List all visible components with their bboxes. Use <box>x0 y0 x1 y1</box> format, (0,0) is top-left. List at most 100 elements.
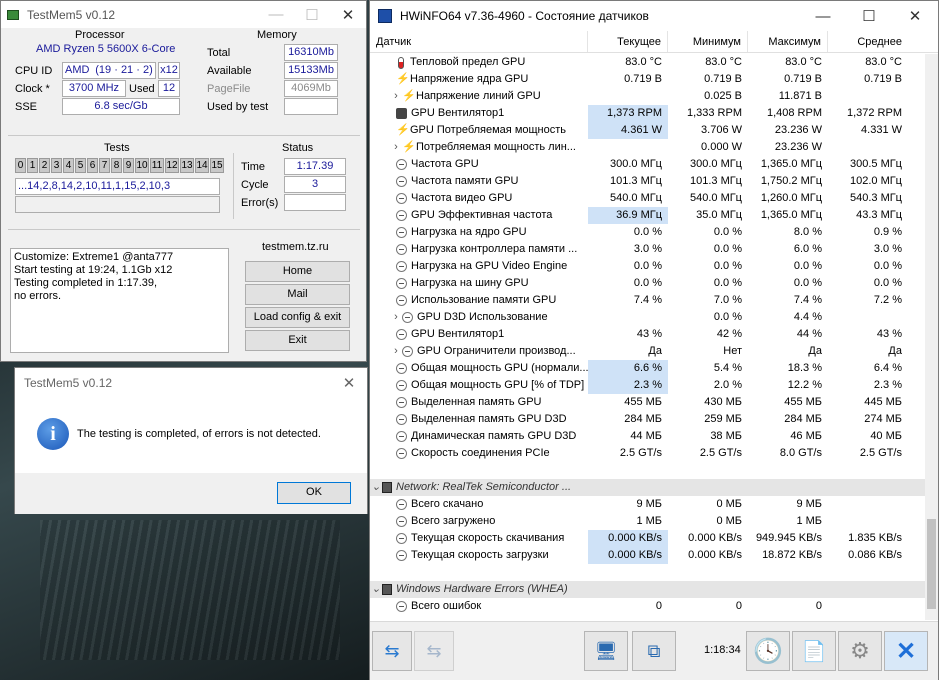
sensor-row[interactable]: Нагрузка на GPU Video Engine 0.0 % 0.0 % 0.… <box>370 258 938 275</box>
value-avg <box>828 309 908 326</box>
value-current: 6.6 % <box>588 360 668 377</box>
maximize-icon[interactable]: ☐ <box>846 7 892 25</box>
sensor-row[interactable]: Всего ошибок 0 0 0 <box>370 598 938 615</box>
close-button[interactable]: ✕ <box>884 631 928 671</box>
sse-value: 6.8 sec/Gb <box>62 98 180 115</box>
value-max: 23.236 W <box>774 141 822 153</box>
gauge-icon <box>396 261 407 272</box>
network-button[interactable]: 🖥 <box>584 631 628 671</box>
sensor-row[interactable]: ⚡ Напряжение ядра GPU 0.719 В 0.719 В 0.719 … <box>370 71 938 88</box>
sensor-row[interactable]: GPU Вентилятор1 1,373 RPM 1,333 RPM 1,408 R… <box>370 105 938 122</box>
close-icon[interactable]: ✕ <box>892 7 938 25</box>
nav-arrows-disabled-button[interactable]: ⇆ <box>414 631 454 671</box>
sensor-row[interactable]: › ⚡ Потребляемая мощность лин... 0.000 W 23.… <box>370 139 938 156</box>
close-icon[interactable]: ✕ <box>330 6 366 24</box>
value-min: 0.000 W <box>701 141 742 153</box>
sensor-row[interactable]: ⚡ GPU Потребляемая мощность 4.361 W 3.706 W… <box>370 122 938 139</box>
minimize-icon[interactable]: — <box>258 6 294 23</box>
sensor-row[interactable]: Выделенная память GPU D3D 284 МБ 259 МБ 284… <box>370 411 938 428</box>
gauge-icon <box>396 448 407 459</box>
sensor-row[interactable]: Частота памяти GPU 101.3 МГц 101.3 МГц 1,75… <box>370 173 938 190</box>
value-max: 9 МБ <box>796 498 822 510</box>
sensor-row[interactable]: Всего скачано 9 МБ 0 МБ 9 МБ <box>370 496 938 513</box>
sensor-row[interactable]: Выделенная память GPU 455 МБ 430 МБ 455 МБ 4… <box>370 394 938 411</box>
sensor-row[interactable]: GPU Вентилятор1 43 % 42 % 44 % 43 % <box>370 326 938 343</box>
sensor-row[interactable]: Скорость соединения PCIe 2.5 GT/s 2.5 GT/s… <box>370 445 938 462</box>
collapse-icon[interactable]: ⌄ <box>370 581 382 598</box>
collapse-icon[interactable]: ⌄ <box>370 479 382 496</box>
nav-arrows-button[interactable]: ⇆ <box>372 631 412 671</box>
value-avg: 274 МБ <box>864 413 902 425</box>
cpu-name: AMD Ryzen 5 5600X 6-Core <box>36 43 176 55</box>
sensor-row[interactable]: Общая мощность GPU [% of TDP] 2.3 % 2.0 % 1… <box>370 377 938 394</box>
value-avg: 83.0 °C <box>865 56 902 68</box>
sensor-row[interactable]: › GPU D3D Использование 0.0 % 4.4 % <box>370 309 938 326</box>
sensor-row[interactable]: Текущая скорость скачивания 0.000 KB/s 0.0… <box>370 530 938 547</box>
time-label: Time <box>241 161 266 173</box>
maximize-icon[interactable]: ☐ <box>294 6 330 24</box>
value-avg: 0.086 KB/s <box>848 549 902 561</box>
value-current: 2.5 GT/s <box>619 447 662 459</box>
sensor-label: GPU Вентилятор1 <box>411 328 505 340</box>
logging-button[interactable]: 📄 <box>792 631 836 671</box>
column-header-current[interactable]: Текущее <box>588 31 668 52</box>
gauge-icon <box>396 278 407 289</box>
sensor-group-row[interactable]: ⌄ Network: RealTek Semiconductor ... <box>370 479 938 496</box>
close-x-icon: ✕ <box>895 637 917 665</box>
network-icon: ⧉ <box>647 640 661 661</box>
expand-icon[interactable]: › <box>390 309 402 326</box>
clock-value: 3700 MHz <box>62 80 126 97</box>
sensor-row[interactable]: Динамическая память GPU D3D 44 МБ 38 МБ 46 … <box>370 428 938 445</box>
load-config-button[interactable]: Load config & exit <box>245 307 350 328</box>
mail-button[interactable]: Mail <box>245 284 350 305</box>
sensor-row[interactable]: Общая мощность GPU (нормали... 6.6 % 5.4 %… <box>370 360 938 377</box>
divider <box>8 229 360 230</box>
exit-button[interactable]: Exit <box>245 330 350 351</box>
reset-timer-button[interactable]: 🕓 <box>746 631 790 671</box>
value-max: 284 МБ <box>784 413 822 425</box>
remote-button[interactable]: ⧉ <box>632 631 676 671</box>
sensor-row[interactable]: Текущая скорость загрузки 0.000 KB/s 0.000… <box>370 547 938 564</box>
sensor-row[interactable]: Частота видео GPU 540.0 МГц 540.0 МГц 1,260… <box>370 190 938 207</box>
add-log-icon: 📄 <box>801 640 827 663</box>
minimize-icon[interactable]: — <box>800 8 846 25</box>
sensor-row[interactable]: Нагрузка на шину GPU 0.0 % 0.0 % 0.0 % 0.0 % <box>370 275 938 292</box>
sensor-row[interactable]: Тепловой предел GPU 83.0 °C 83.0 °C 83.0 °C… <box>370 54 938 71</box>
value-current: 36.9 МГц <box>588 207 668 224</box>
sensor-row[interactable]: Всего загружено 1 МБ 0 МБ 1 МБ <box>370 513 938 530</box>
value-max: 949.945 KB/s <box>755 532 822 544</box>
sensor-label: GPU Ограничители производ... <box>417 345 576 357</box>
gauge-icon <box>396 363 407 374</box>
ok-button[interactable]: OK <box>277 482 351 504</box>
sensor-row[interactable]: GPU Эффективная частота 36.9 МГц 35.0 МГц 1… <box>370 207 938 224</box>
value-min: 5.4 % <box>713 362 742 374</box>
column-header-min[interactable]: Минимум <box>668 31 748 52</box>
value-max: 8.0 % <box>793 226 822 238</box>
blank-row <box>370 462 938 479</box>
vertical-scrollbar[interactable] <box>925 54 938 620</box>
sensor-row[interactable]: › ⚡ Напряжение линий GPU 0.025 В 11.871 В <box>370 88 938 105</box>
value-avg: 540.3 МГц <box>849 192 902 204</box>
expand-icon[interactable]: › <box>390 139 402 156</box>
column-header-avg[interactable]: Среднее <box>828 31 908 52</box>
column-header-max[interactable]: Максимум <box>748 31 828 52</box>
expand-icon[interactable]: › <box>390 343 402 360</box>
sensor-row[interactable]: Нагрузка на ядро GPU 0.0 % 0.0 % 8.0 % 0.9 % <box>370 224 938 241</box>
sensor-label: Тепловой предел GPU <box>410 56 526 68</box>
sensor-row[interactable]: Нагрузка контроллера памяти ... 3.0 % 0.0 … <box>370 241 938 258</box>
expand-icon[interactable]: › <box>390 88 402 105</box>
gauge-icon <box>396 499 407 510</box>
sensor-row[interactable]: Частота GPU 300.0 МГц 300.0 МГц 1,365.0 МГц… <box>370 156 938 173</box>
home-button[interactable]: Home <box>245 261 350 282</box>
settings-button[interactable]: ⚙ <box>838 631 882 671</box>
sensor-group-row[interactable]: ⌄ Windows Hardware Errors (WHEA) <box>370 581 938 598</box>
sensor-row[interactable]: Использование памяти GPU 7.4 % 7.0 % 7.4 % 7… <box>370 292 938 309</box>
value-min: 7.0 % <box>713 294 742 306</box>
gauge-icon <box>396 397 407 408</box>
value-avg: 7.2 % <box>873 294 902 306</box>
column-header-sensor[interactable]: Датчик <box>370 31 588 52</box>
close-icon[interactable]: ✕ <box>331 374 367 392</box>
test-indicator: 4 <box>63 158 74 173</box>
scrollbar-thumb[interactable] <box>927 519 936 609</box>
sensor-row[interactable]: › GPU Ограничители производ... Да Нет Да Да <box>370 343 938 360</box>
